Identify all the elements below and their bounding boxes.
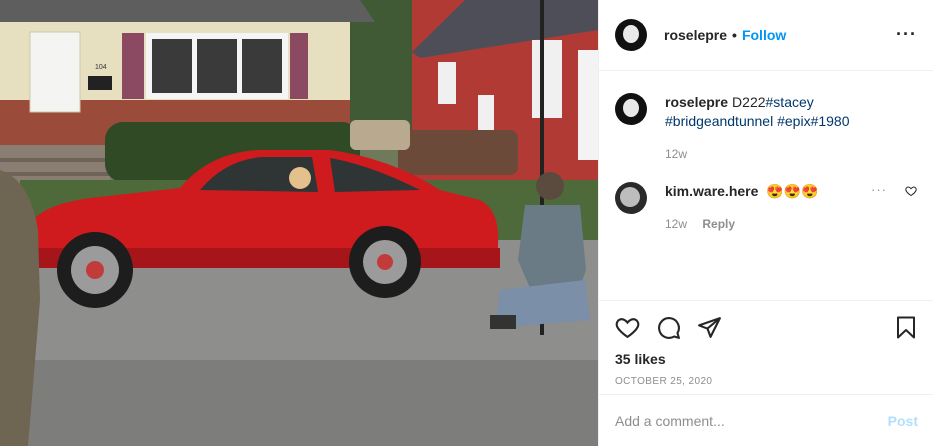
follow-button[interactable]: Follow	[742, 27, 786, 43]
caption: roselepre D222#stacey #bridgeandtunnel #e…	[615, 93, 917, 164]
likes-count[interactable]: 35 likes	[615, 351, 918, 367]
comment-text: 😍😍😍	[766, 183, 819, 199]
comment-like-heart-icon[interactable]	[905, 184, 917, 200]
post-image[interactable]: 104	[0, 0, 598, 446]
header-separator: •	[732, 27, 737, 43]
post-photo-illustration: 104	[0, 0, 598, 446]
reply-button[interactable]: Reply	[702, 217, 735, 231]
comment-username[interactable]: kim.ware.here	[665, 183, 758, 199]
action-icons	[615, 311, 918, 343]
comments-section: roselepre D222#stacey #bridgeandtunnel #e…	[599, 71, 933, 300]
post-header: roselepre • Follow ···	[599, 0, 933, 71]
comment-input[interactable]	[615, 412, 888, 429]
post-comment-button[interactable]: Post	[888, 413, 918, 429]
more-horizontal-icon[interactable]: ···	[896, 24, 917, 45]
caption-time[interactable]: 12w	[665, 145, 890, 164]
comment-item: kim.ware.here 😍😍😍 12w Reply ···	[615, 182, 917, 234]
caption-text: D222	[732, 94, 766, 110]
post-date[interactable]: OCTOBER 25, 2020	[615, 376, 918, 387]
comment-icon[interactable]	[656, 315, 681, 340]
heart-outline-icon[interactable]	[615, 315, 640, 340]
caption-avatar[interactable]	[615, 93, 647, 125]
share-paper-plane-icon[interactable]	[697, 315, 722, 340]
comment-body: kim.ware.here 😍😍😍 12w Reply	[665, 182, 890, 234]
house-number: 104	[95, 64, 107, 71]
avatar[interactable]	[615, 19, 647, 51]
comment-meta: 12w Reply	[665, 215, 890, 234]
bookmark-icon[interactable]	[894, 315, 918, 340]
caption-body: roselepre D222#stacey #bridgeandtunnel #e…	[665, 93, 890, 164]
add-comment-bar: Post	[599, 394, 933, 446]
comment-time[interactable]: 12w	[665, 217, 687, 231]
post-actions: 35 likes OCTOBER 25, 2020	[599, 300, 933, 387]
post-side-panel: roselepre • Follow ··· roselepre D222#sta…	[598, 0, 933, 446]
comment-options-icon[interactable]: ···	[871, 182, 887, 197]
caption-username[interactable]: roselepre	[665, 94, 728, 110]
comment-avatar[interactable]	[615, 182, 647, 214]
header-username[interactable]: roselepre	[664, 27, 727, 43]
